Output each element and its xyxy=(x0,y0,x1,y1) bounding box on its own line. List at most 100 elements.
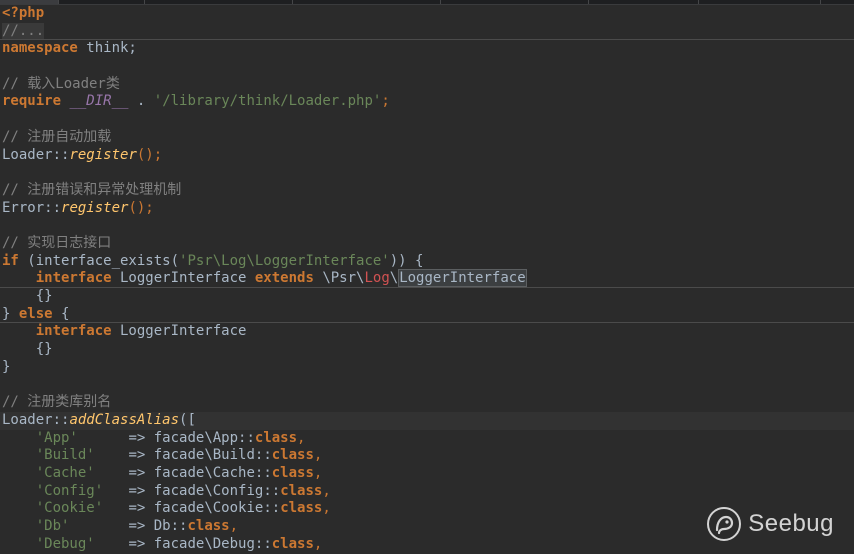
code-line[interactable]: {} xyxy=(0,288,854,306)
code-line[interactable]: //... xyxy=(0,22,854,41)
alias-key: 'Cache' xyxy=(35,464,95,481)
code-text: { xyxy=(52,305,70,322)
alias-target: facade\Config xyxy=(145,482,264,499)
code-operator: => xyxy=(128,464,146,481)
editor-tab[interactable] xyxy=(698,0,821,4)
code-operator: :: xyxy=(170,517,188,534)
code-comment: // 实现日志接口 xyxy=(2,234,112,251)
editor-tab[interactable] xyxy=(292,0,441,4)
code-line[interactable]: interface LoggerInterface xyxy=(0,323,854,341)
alias-key: 'Cookie' xyxy=(35,500,104,517)
alias-key: 'App' xyxy=(35,429,78,446)
keyword: class xyxy=(254,429,298,446)
keyword: class xyxy=(187,517,230,534)
code-line[interactable]: require __DIR__ . '/library/think/Loader… xyxy=(0,93,854,111)
code-line-current[interactable]: Loader::addClassAlias([ xyxy=(0,411,854,430)
code-text: LoggerInterface xyxy=(111,270,255,287)
code-operator: :: xyxy=(238,429,255,446)
magic-constant: __DIR__ xyxy=(69,93,129,110)
code-line[interactable]: Loader::register(); xyxy=(0,147,854,165)
seebug-watermark: Seebug xyxy=(706,506,834,542)
code-text: } xyxy=(2,305,19,322)
code-line[interactable]: Error::register(); xyxy=(0,200,854,218)
code-line-empty[interactable] xyxy=(0,164,854,182)
editor-tab[interactable] xyxy=(58,0,145,4)
code-editor[interactable]: <?php //... namespace think; // 载入Loader… xyxy=(0,5,854,554)
alias-key: 'Build' xyxy=(35,447,95,464)
folded-region[interactable]: //... xyxy=(2,22,45,39)
code-line[interactable]: if (interface_exists('Psr\Log\LoggerInte… xyxy=(0,253,854,271)
keyword: if xyxy=(2,252,19,269)
code-punct: , xyxy=(322,500,331,517)
code-punct: , xyxy=(313,464,323,481)
keyword: class xyxy=(280,482,323,499)
code-line[interactable]: 'Cache' => facade\Cache::class, xyxy=(0,465,854,483)
code-line[interactable]: // 注册错误和异常处理机制 xyxy=(0,182,854,200)
string-literal: '/library/think/Loader.php' xyxy=(153,93,382,110)
code-line[interactable]: } xyxy=(0,359,854,377)
code-line[interactable]: // 载入Loader类 xyxy=(0,76,854,94)
code-line[interactable]: // 实现日志接口 xyxy=(0,235,854,253)
code-text: {} xyxy=(35,341,53,358)
keyword: else xyxy=(18,305,53,322)
editor-tab[interactable] xyxy=(440,0,589,4)
code-line[interactable]: {} xyxy=(0,341,854,359)
code-text: {} xyxy=(35,288,53,304)
code-operator: => xyxy=(128,517,146,534)
editor-tab[interactable] xyxy=(144,0,293,4)
alias-target: facade\Debug xyxy=(145,535,255,552)
code-comment: // 注册类库别名 xyxy=(2,394,112,411)
class-name: Loader xyxy=(2,146,53,163)
code-punct: ([ xyxy=(179,411,196,428)
string-literal: 'Psr\Log\LoggerInterface' xyxy=(179,252,390,269)
alias-target: facade\Cookie xyxy=(145,500,264,517)
code-line[interactable]: // 注册类库别名 xyxy=(0,394,854,412)
code-line-empty[interactable] xyxy=(0,111,854,129)
method-name: addClassAlias xyxy=(69,411,180,428)
code-line-empty[interactable] xyxy=(0,217,854,235)
code-line[interactable]: 'Build' => facade\Build::class, xyxy=(0,447,854,465)
code-line[interactable]: // 注册自动加载 xyxy=(0,129,854,147)
method-name: register xyxy=(69,146,137,163)
code-text: think; xyxy=(77,40,137,57)
code-text: (interface_exists( xyxy=(18,252,180,269)
code-comment: // 注册错误和异常处理机制 xyxy=(2,181,182,198)
code-operator: => xyxy=(128,535,146,552)
code-punct: (); xyxy=(136,146,163,163)
code-line[interactable]: <?php xyxy=(0,5,854,23)
code-line[interactable]: interface LoggerInterface extends \Psr\L… xyxy=(0,269,854,288)
class-name: Error xyxy=(2,199,45,216)
editor-tab[interactable] xyxy=(588,0,699,4)
method-name: register xyxy=(61,199,129,216)
code-punct: , xyxy=(297,429,306,446)
code-text: )) { xyxy=(389,252,424,269)
keyword: class xyxy=(271,464,314,481)
namespace-segment: Log xyxy=(364,270,390,287)
code-line[interactable]: 'Config' => facade\Config::class, xyxy=(0,483,854,501)
alias-key: 'Config' xyxy=(35,482,104,499)
alias-target: Db xyxy=(145,517,171,534)
editor-tab-active[interactable] xyxy=(0,0,59,4)
code-punct: , xyxy=(229,517,239,534)
code-line[interactable]: 'App' => facade\App::class, xyxy=(0,430,854,448)
code-line-empty[interactable] xyxy=(0,58,854,76)
code-operator: . xyxy=(128,93,154,110)
code-punct: (); xyxy=(128,199,154,216)
selected-identifier[interactable]: LoggerInterface xyxy=(398,269,527,288)
alias-target: facade\Cache xyxy=(145,464,255,481)
keyword: class xyxy=(271,535,314,552)
code-punct: , xyxy=(313,535,323,552)
keyword: extends xyxy=(254,270,314,287)
code-line[interactable]: namespace think; xyxy=(0,40,854,58)
code-line-empty[interactable] xyxy=(0,376,854,394)
code-comment: // 注册自动加载 xyxy=(2,128,112,145)
code-operator: => xyxy=(128,500,146,517)
watermark-text: Seebug xyxy=(748,510,834,537)
code-text: \Psr\ xyxy=(313,270,365,287)
code-line[interactable]: } else { xyxy=(0,306,854,324)
